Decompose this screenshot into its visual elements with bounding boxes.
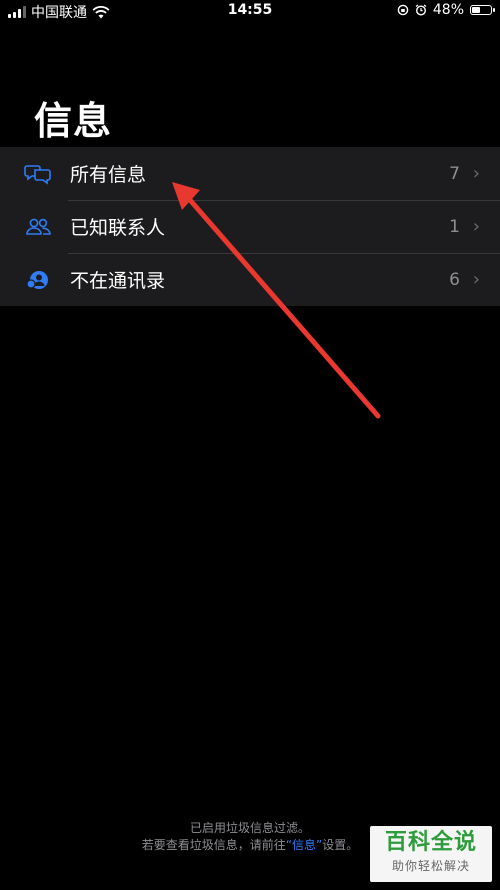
- orientation-lock-icon: [397, 4, 409, 16]
- filter-list: 所有信息 7 › 已知联系人 1 › 不在通讯录 6 ›: [0, 147, 500, 306]
- filter-row-unknown-senders[interactable]: 不在通讯录 6 ›: [0, 253, 500, 306]
- unknown-person-icon: [24, 268, 52, 292]
- chevron-right-icon: ›: [472, 163, 480, 184]
- battery-percentage: 48%: [432, 2, 464, 18]
- battery-icon: [470, 5, 495, 15]
- watermark-subtitle: 助你轻松解决: [391, 859, 470, 873]
- watermark-badge: 百科全说 助你轻松解决: [370, 826, 492, 882]
- alarm-icon: [415, 4, 427, 16]
- filter-label: 不在通讯录: [70, 270, 166, 292]
- filter-label: 已知联系人: [70, 217, 166, 239]
- filter-row-all-messages[interactable]: 所有信息 7 ›: [0, 147, 500, 200]
- footer-prefix: 若要查看垃圾信息，请前往: [141, 838, 286, 852]
- filter-count: 1: [449, 216, 460, 237]
- filter-count: 7: [449, 163, 460, 184]
- messages-settings-link[interactable]: “信息”: [286, 838, 322, 852]
- battery-fill: [472, 7, 481, 13]
- people-icon: [24, 215, 52, 239]
- speech-bubbles-icon: [24, 162, 52, 186]
- status-right: 48%: [397, 2, 495, 18]
- chevron-right-icon: ›: [472, 269, 480, 290]
- chevron-right-icon: ›: [472, 216, 480, 237]
- filter-label: 所有信息: [70, 164, 147, 186]
- watermark-title: 百科全说: [384, 830, 477, 855]
- status-bar: 中国联通 14:55 48%: [0, 0, 500, 22]
- filter-row-known-contacts[interactable]: 已知联系人 1 ›: [0, 200, 500, 253]
- page-title: 信息: [34, 99, 113, 143]
- filter-count: 6: [449, 269, 460, 290]
- footer-suffix: 设置。: [322, 838, 359, 852]
